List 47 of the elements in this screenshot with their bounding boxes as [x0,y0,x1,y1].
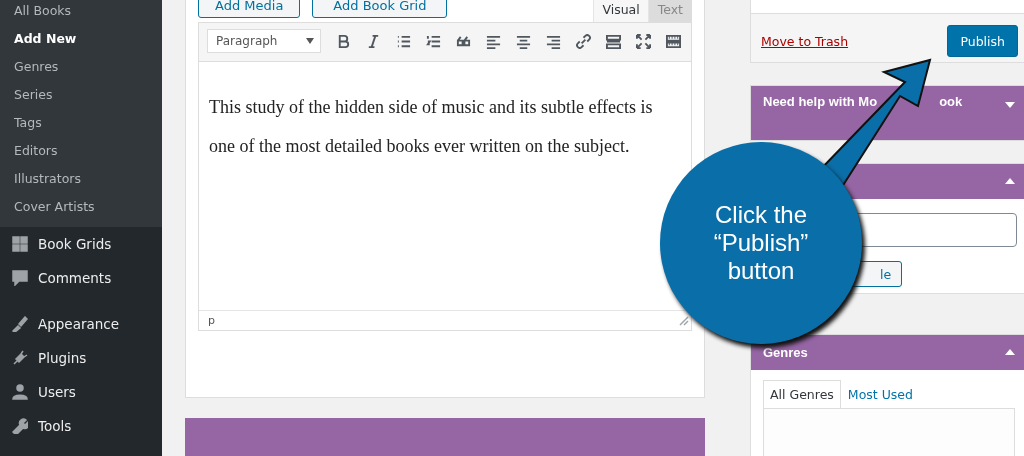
grid-icon [12,236,28,252]
submenu-item[interactable]: Genres [0,53,162,81]
plug-icon [12,350,28,366]
submenu-item[interactable]: Editors [0,137,162,165]
fullscreen-icon[interactable] [636,33,651,49]
menu-item[interactable]: Comments [0,261,162,295]
toggle-icon[interactable] [1005,178,1015,184]
format-select[interactable]: Paragraph [207,29,321,53]
link-icon[interactable] [576,33,591,49]
center-icon[interactable] [516,33,531,49]
submenu-item[interactable]: Illustrators [0,165,162,193]
submenu-item[interactable]: Tags [0,109,162,137]
element-path: p [208,314,215,327]
caret-icon [306,38,314,44]
numbers-icon[interactable] [426,33,441,49]
editor-tab[interactable]: Visual [593,0,649,22]
brush-icon [12,316,28,332]
toggle-icon[interactable] [1005,349,1015,355]
move-to-trash-link[interactable]: Move to Trash [761,33,849,49]
submenu-item[interactable]: Add New [0,25,162,53]
media-button[interactable]: Add Media [198,0,301,18]
wrench-icon [12,418,28,434]
publish-button[interactable]: Publish [947,25,1018,57]
category-tab[interactable]: Most Used [840,380,920,408]
user-icon [12,384,28,400]
left-icon[interactable] [486,33,501,49]
media-button[interactable]: Add Book Grid [312,0,448,18]
box-title: Genres [763,345,808,360]
bold-icon[interactable] [336,33,351,49]
menu-item[interactable]: Tools [0,409,162,443]
submenu-item[interactable]: All Books [0,0,162,25]
resize-grip-icon[interactable] [679,315,689,326]
right-icon[interactable] [546,33,561,49]
italic-icon[interactable] [366,33,381,49]
menu-item[interactable]: Plugins [0,341,162,375]
box-title: ook [939,94,963,109]
menu-item[interactable]: Book Grids [0,227,162,261]
menu-item[interactable]: Appearance [0,307,162,341]
submenu-item[interactable]: Cover Artists [0,193,162,221]
bullets-icon[interactable] [396,33,411,49]
more-icon[interactable] [606,33,621,49]
toggle-icon[interactable] [1005,102,1015,108]
submenu-item[interactable]: Series [0,81,162,109]
menu-item[interactable]: Users [0,375,162,409]
callout-text: Click the “Publish” button [713,201,809,285]
comment-icon [12,270,28,286]
box-title: Need help with Mo [763,94,878,109]
